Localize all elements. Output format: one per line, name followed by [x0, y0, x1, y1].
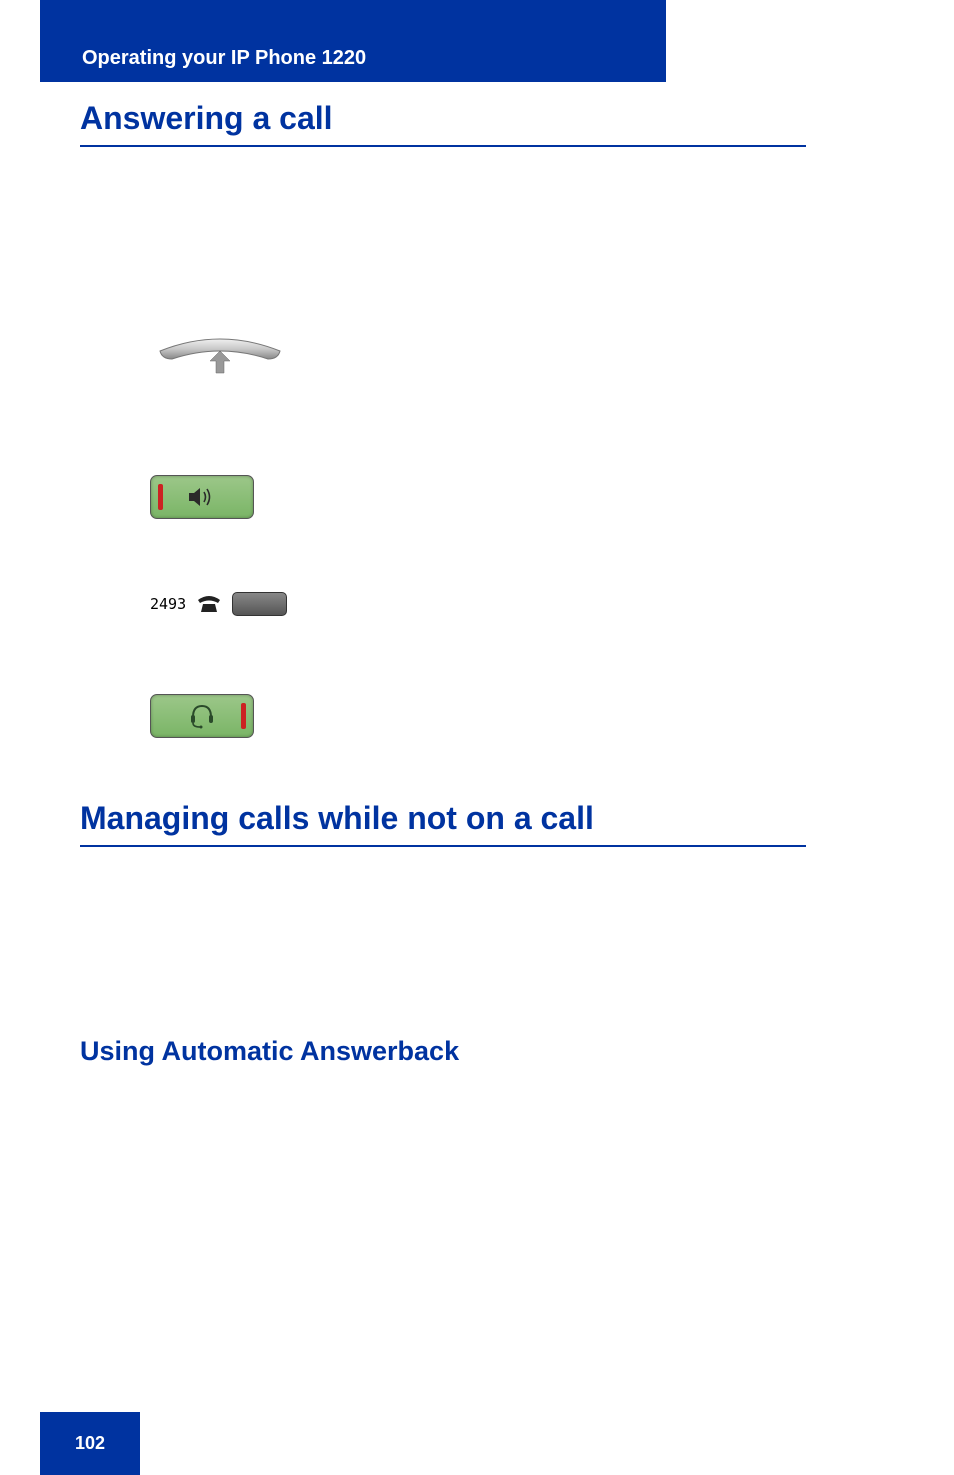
- content-area: Answering a call 2493: [80, 100, 806, 796]
- red-indicator-bar: [241, 703, 246, 729]
- headset-btn-row: [150, 676, 806, 756]
- spacer: [80, 167, 806, 267]
- handset-lift-icon: [150, 333, 290, 381]
- heading-auto-answerback: Using Automatic Answerback: [80, 1036, 459, 1067]
- handset-lift-row: [150, 317, 806, 397]
- heading-answering-call: Answering a call: [80, 100, 806, 147]
- handsfree-button-icon: [150, 475, 254, 519]
- line-key-number: 2493: [150, 595, 186, 613]
- speaker-btn-row: [150, 457, 806, 537]
- line-key-row: 2493: [150, 592, 806, 616]
- red-indicator-bar: [158, 484, 163, 510]
- speaker-icon: [187, 485, 217, 509]
- headset-icon: [187, 703, 217, 729]
- page-number-box: 102: [40, 1412, 140, 1475]
- section-managing-calls: Managing calls while not on a call: [80, 800, 806, 867]
- phone-small-icon: [196, 594, 222, 614]
- soft-key-button: [232, 592, 287, 616]
- heading-managing-calls: Managing calls while not on a call: [80, 800, 806, 847]
- page-header-text: Operating your IP Phone 1220: [82, 47, 366, 70]
- page-header-banner: Operating your IP Phone 1220: [40, 0, 666, 82]
- page-number: 102: [75, 1433, 105, 1454]
- headset-button-icon: [150, 694, 254, 738]
